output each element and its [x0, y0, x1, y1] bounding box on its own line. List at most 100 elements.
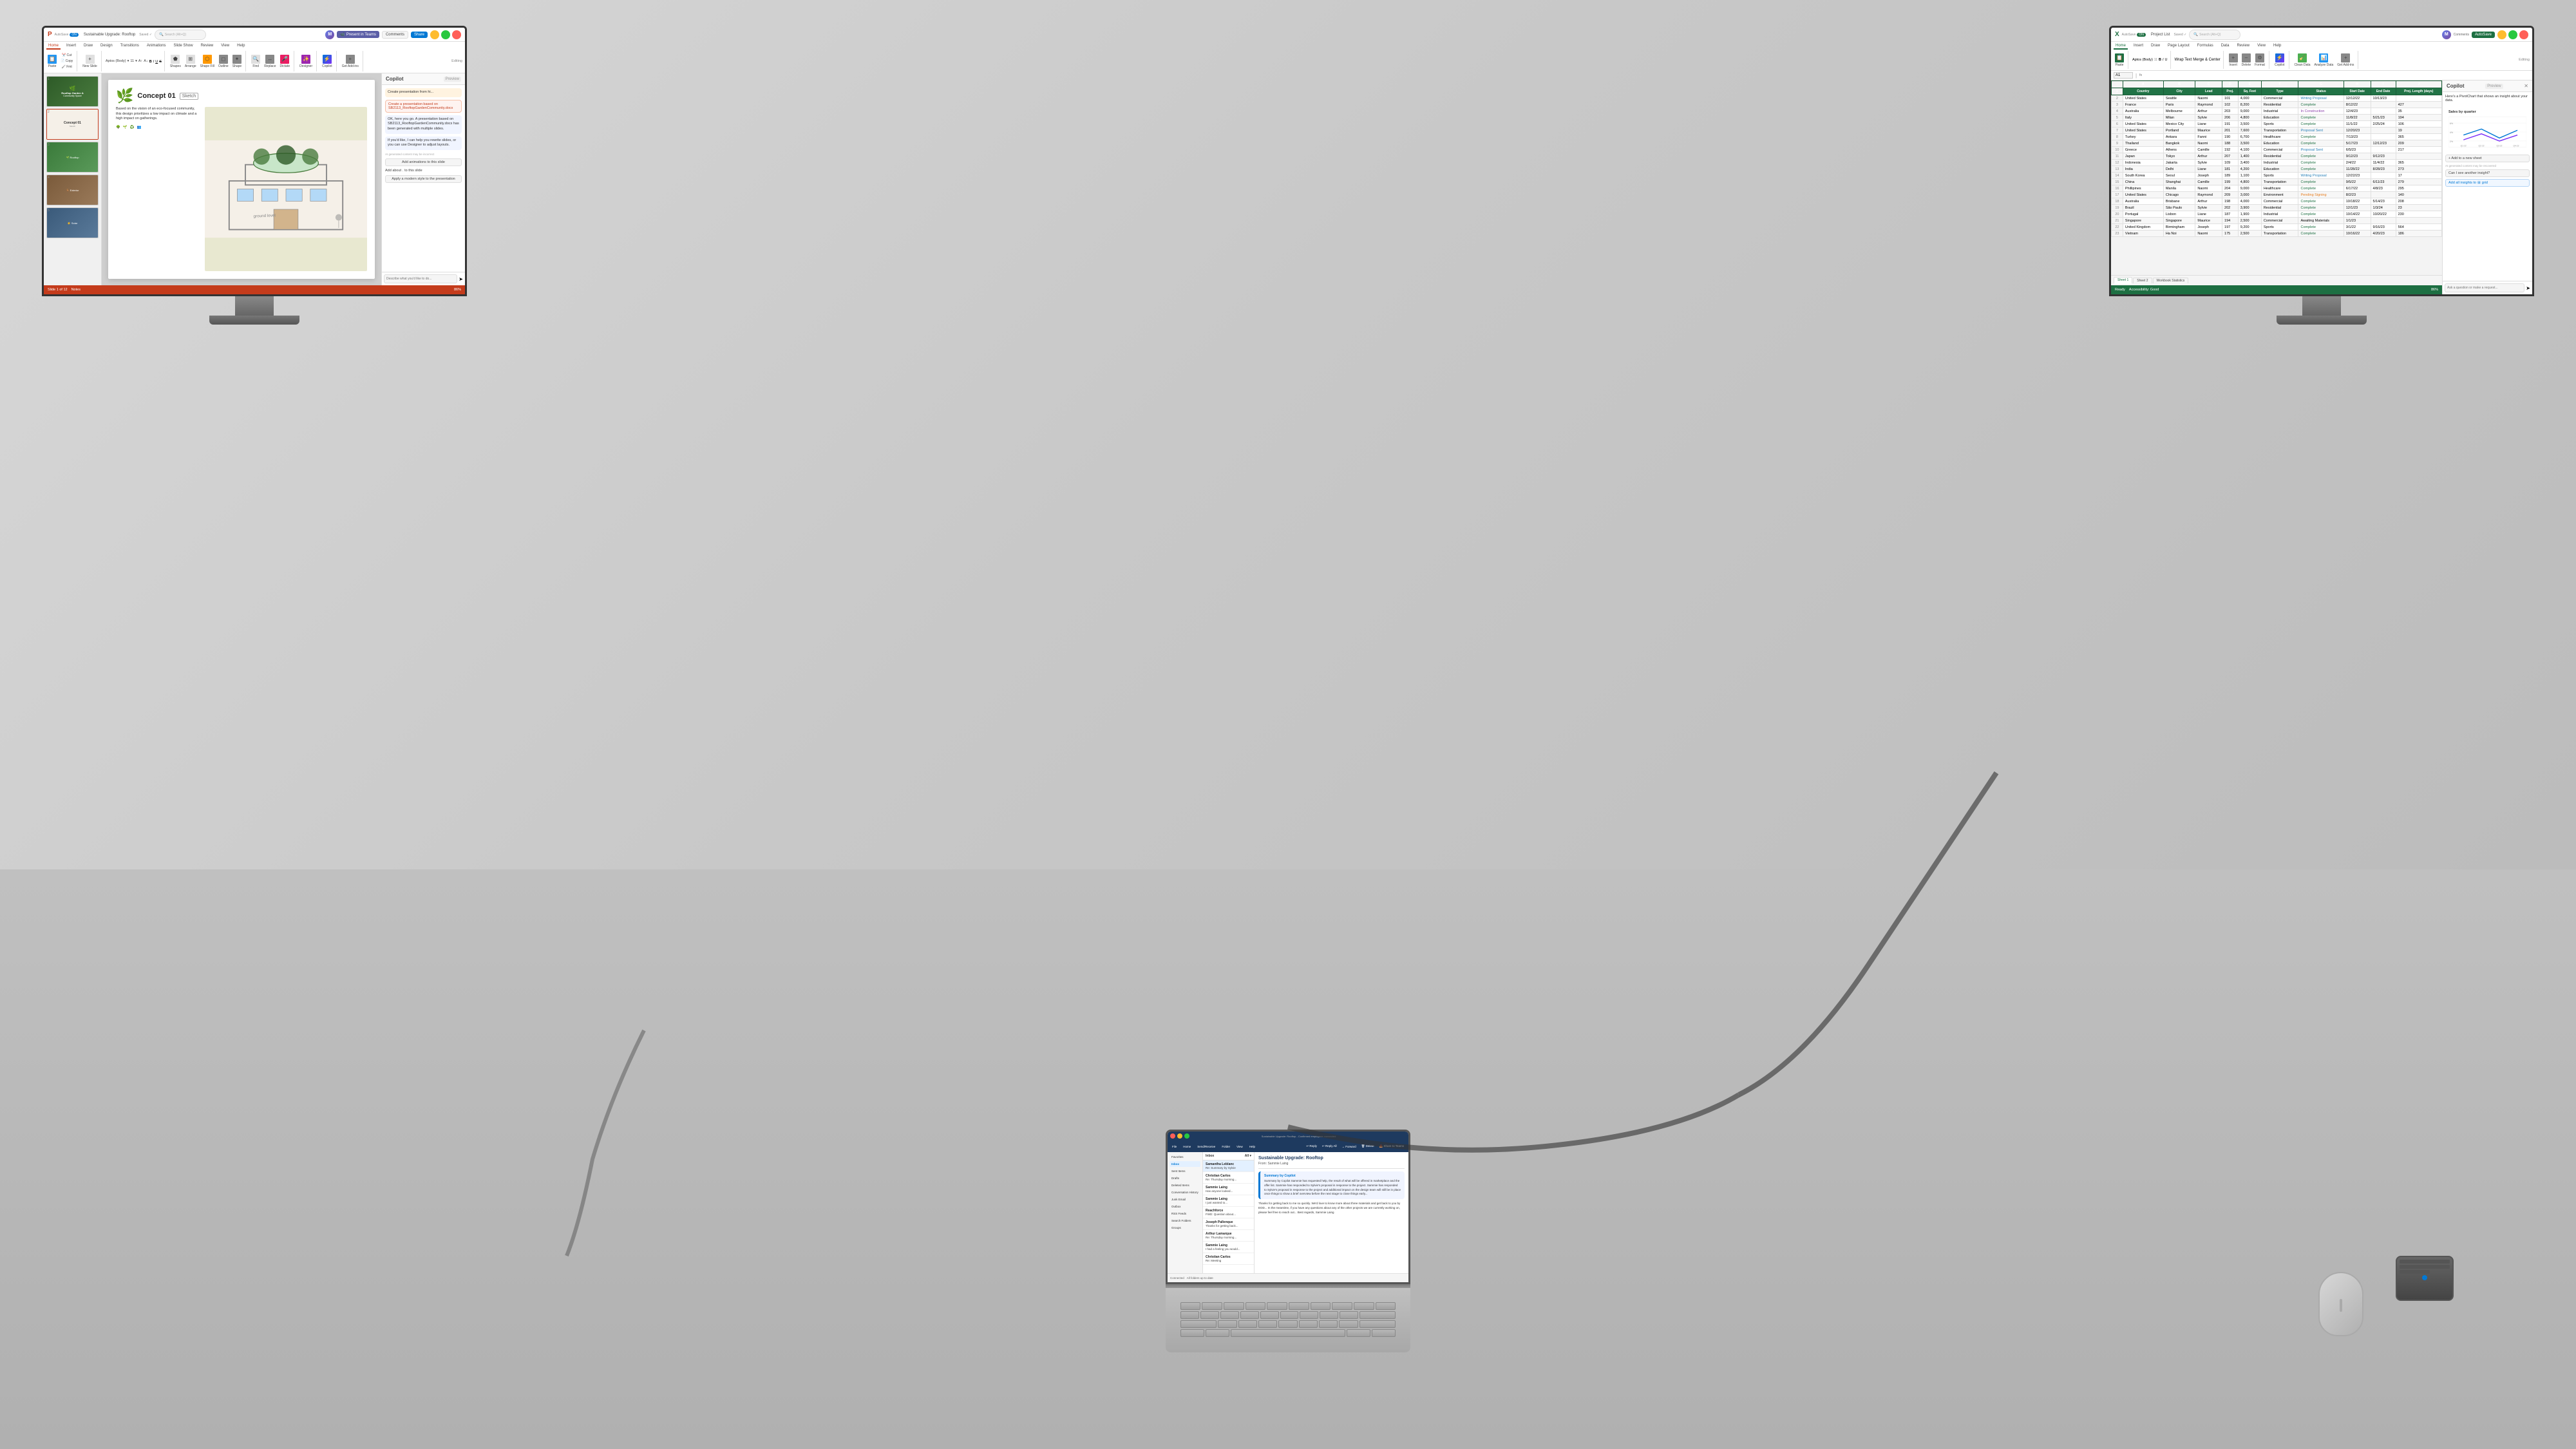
table-row[interactable]: 3FranceParisRaymond1028,200ResidentialCo…: [2112, 102, 2442, 108]
table-row[interactable]: 7United StatesPortlandMaurice2017,600Tra…: [2112, 128, 2442, 134]
key-y[interactable]: [1289, 1302, 1309, 1310]
key-shift-left[interactable]: [1180, 1320, 1217, 1328]
header-proj[interactable]: Proj.: [2222, 88, 2239, 95]
table-row[interactable]: 16PhillipinesManilaNaomi2049,000Healthca…: [2112, 185, 2442, 192]
cell-21-3[interactable]: 194: [2222, 218, 2239, 224]
cell-22-8[interactable]: 9/16/23: [2371, 224, 2396, 231]
cell-7-3[interactable]: 201: [2222, 128, 2239, 134]
new-slide-button[interactable]: + New Slide: [81, 54, 99, 69]
key-s[interactable]: [1200, 1311, 1219, 1319]
key-g[interactable]: [1260, 1311, 1279, 1319]
cell-20-5[interactable]: Industrial: [2261, 211, 2298, 218]
excel-copilot-send-icon[interactable]: ➤: [2526, 285, 2530, 291]
cell-19-4[interactable]: 3,900: [2238, 205, 2261, 211]
cell-17-4[interactable]: 3,000: [2238, 192, 2261, 198]
outlook-close-btn[interactable]: [1170, 1133, 1175, 1139]
cell-20-0[interactable]: Portugal: [2123, 211, 2163, 218]
email-item-6[interactable]: Joseph Pallenque Thanks for getting back…: [1203, 1218, 1254, 1230]
cell-10-2[interactable]: Camille: [2195, 147, 2222, 153]
header-proj-length[interactable]: Proj. Length (days): [2396, 88, 2441, 95]
cell-5-8[interactable]: 5/21/23: [2371, 115, 2396, 121]
cell-5-4[interactable]: 4,800: [2238, 115, 2261, 121]
cell-23-6[interactable]: Complete: [2298, 231, 2344, 237]
cell-18-4[interactable]: 4,000: [2238, 198, 2261, 205]
table-row[interactable]: 9ThailandBangkokNaomi1883,500EducationCo…: [2112, 140, 2442, 147]
table-row[interactable]: 23VietnamHa NoiNaomi1752,500Transportati…: [2112, 231, 2442, 237]
cell-19-0[interactable]: Brazil: [2123, 205, 2163, 211]
excel-copilot-text-input[interactable]: [2445, 283, 2524, 292]
cell-16-0[interactable]: Phillipines: [2123, 185, 2163, 192]
cell-16-2[interactable]: Naomi: [2195, 185, 2222, 192]
header-lead[interactable]: Lead: [2195, 88, 2222, 95]
cell-7-7[interactable]: 12/20/23: [2344, 128, 2371, 134]
excel-italic-button[interactable]: I: [2163, 58, 2164, 62]
cell-13-7[interactable]: 11/28/22: [2344, 166, 2371, 173]
cell-16-1[interactable]: Manila: [2163, 185, 2195, 192]
cell-19-5[interactable]: Residential: [2261, 205, 2298, 211]
cell-19-7[interactable]: 12/1/23: [2344, 205, 2371, 211]
outlook-drafts[interactable]: Drafts: [1170, 1175, 1200, 1181]
table-row[interactable]: 10GreeceAthensCamille1924,100CommercialP…: [2112, 147, 2442, 153]
col-header-a[interactable]: A: [2123, 81, 2163, 88]
cell-22-0[interactable]: United Kingdom: [2123, 224, 2163, 231]
cell-2-7[interactable]: 12/12/22: [2344, 95, 2371, 102]
header-end[interactable]: End Date: [2371, 88, 2396, 95]
cell-16-3[interactable]: 204: [2222, 185, 2239, 192]
cell-13-6[interactable]: Complete: [2298, 166, 2344, 173]
key-t[interactable]: [1267, 1302, 1287, 1310]
cell-8-4[interactable]: 6,700: [2238, 134, 2261, 140]
key-ctrl-left[interactable]: [1180, 1329, 1204, 1337]
sheet-tab-1[interactable]: Sheet 1: [2114, 277, 2132, 284]
cell-13-8[interactable]: 8/28/23: [2371, 166, 2396, 173]
cell-20-1[interactable]: Lisbon: [2163, 211, 2195, 218]
cell-8-8[interactable]: [2371, 134, 2396, 140]
outlook-outbox[interactable]: Outbox: [1170, 1204, 1200, 1209]
ribbon-tab-help[interactable]: Help: [235, 43, 247, 50]
excel-table-scroll[interactable]: A B C D E F G H I J: [2111, 80, 2442, 275]
paste-button[interactable]: 📋 Paste: [46, 54, 58, 69]
cell-21-9[interactable]: [2396, 218, 2441, 224]
copilot-text-input-ppt[interactable]: [384, 274, 457, 283]
key-k[interactable]: [1320, 1311, 1338, 1319]
excel-tab-insert[interactable]: Insert: [2132, 43, 2145, 50]
close-button[interactable]: [452, 30, 461, 39]
cell-16-6[interactable]: Complete: [2298, 185, 2344, 192]
outlook-help-btn[interactable]: Help: [1247, 1144, 1257, 1149]
cell-20-2[interactable]: Liane: [2195, 211, 2222, 218]
cell-11-7[interactable]: 9/12/23: [2344, 153, 2371, 160]
key-space[interactable]: [1231, 1329, 1345, 1337]
cell-22-4[interactable]: 9,200: [2238, 224, 2261, 231]
cell-21-2[interactable]: Maurice: [2195, 218, 2222, 224]
cell-3-4[interactable]: 8,200: [2238, 102, 2261, 108]
cell-18-9[interactable]: 208: [2396, 198, 2441, 205]
italic-button[interactable]: I: [153, 60, 155, 64]
cell-10-5[interactable]: Commercial: [2261, 147, 2298, 153]
table-row[interactable]: 11JapanTokyoArthur2071,400ResidentialCom…: [2112, 153, 2442, 160]
cell-6-8[interactable]: 2/25/24: [2371, 121, 2396, 128]
cell-9-1[interactable]: Bangkok: [2163, 140, 2195, 147]
cell-7-5[interactable]: Transportation: [2261, 128, 2298, 134]
cell-3-5[interactable]: Residential: [2261, 102, 2298, 108]
find-replace-button[interactable]: 🔍 Find: [250, 54, 261, 69]
cell-20-6[interactable]: Complete: [2298, 211, 2344, 218]
cell-9-9[interactable]: 209: [2396, 140, 2441, 147]
col-header-f[interactable]: F: [2261, 81, 2298, 88]
cell-13-4[interactable]: 4,200: [2238, 166, 2261, 173]
header-country[interactable]: Country: [2123, 88, 2163, 95]
excel-tab-data[interactable]: Data: [2219, 43, 2231, 50]
cell-6-2[interactable]: Liane: [2195, 121, 2222, 128]
cell-8-1[interactable]: Ankara: [2163, 134, 2195, 140]
add-to-new-sheet-button[interactable]: + Add to a new sheet: [2445, 155, 2530, 162]
key-enter[interactable]: [1359, 1311, 1396, 1319]
cell-3-6[interactable]: Complete: [2298, 102, 2344, 108]
cell-4-5[interactable]: Industrial: [2261, 108, 2298, 115]
cell-19-9[interactable]: 23: [2396, 205, 2441, 211]
cell-13-3[interactable]: 181: [2222, 166, 2239, 173]
ribbon-tab-animations[interactable]: Animations: [145, 43, 168, 50]
col-header-g[interactable]: G: [2298, 81, 2344, 88]
cell-18-6[interactable]: Complete: [2298, 198, 2344, 205]
copilot-suggestion-1[interactable]: Create a presentation based on SB2113_Ro…: [385, 100, 462, 113]
key-q[interactable]: [1180, 1302, 1201, 1310]
key-r[interactable]: [1245, 1302, 1266, 1310]
cell-14-0[interactable]: South Korea: [2123, 173, 2163, 179]
